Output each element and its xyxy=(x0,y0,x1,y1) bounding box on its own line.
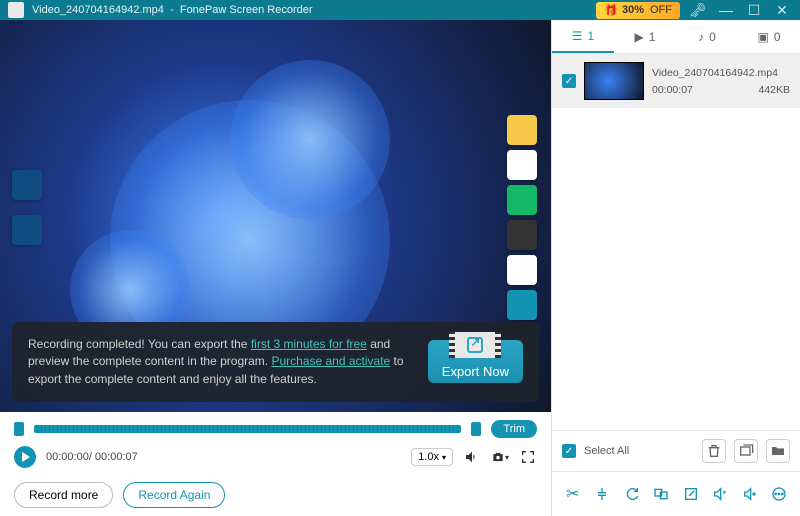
tab-video[interactable]: ▶1 xyxy=(614,30,676,44)
tab-audio[interactable]: ♪0 xyxy=(676,30,738,44)
music-icon: ♪ xyxy=(698,30,704,44)
audio-extract-icon[interactable] xyxy=(736,480,764,508)
item-checkbox[interactable] xyxy=(562,74,576,88)
compress-icon[interactable] xyxy=(588,480,616,508)
more-icon[interactable] xyxy=(765,480,793,508)
volume-up-icon[interactable] xyxy=(706,480,734,508)
export-list-button[interactable] xyxy=(734,439,758,463)
speed-selector[interactable]: 1.0x▾ xyxy=(411,448,453,466)
select-all-label: Select All xyxy=(584,445,694,457)
play-button[interactable] xyxy=(14,446,36,468)
volume-icon[interactable] xyxy=(463,448,481,466)
close-button[interactable]: ✕ xyxy=(772,0,792,20)
player-controls: 00:00:00/ 00:00:07 1.0x▾ ▾ xyxy=(0,446,551,474)
fullscreen-icon[interactable] xyxy=(519,448,537,466)
open-folder-button[interactable] xyxy=(766,439,790,463)
preview-panel: Recording completed! You can export the … xyxy=(0,20,552,516)
titlebar: Video_240704164942.mp4 - FonePaw Screen … xyxy=(0,0,800,20)
item-thumbnail xyxy=(584,62,644,100)
purchase-link[interactable]: Purchase and activate xyxy=(271,354,390,368)
video-preview: Recording completed! You can export the … xyxy=(0,20,551,412)
timecode: 00:00:00/ 00:00:07 xyxy=(46,451,138,463)
trim-button[interactable]: Trim xyxy=(491,420,537,438)
media-tabs: ☰1 ▶1 ♪0 ▣0 xyxy=(552,20,800,54)
record-more-button[interactable]: Record more xyxy=(14,482,113,508)
desktop-shortcut-icon xyxy=(507,115,537,145)
key-icon[interactable]: 🗝 xyxy=(688,0,708,20)
list-icon: ☰ xyxy=(572,29,583,43)
export-now-button[interactable]: Export Now xyxy=(428,340,523,383)
desktop-shortcut-icon xyxy=(507,220,537,250)
cut-icon[interactable]: ✂ xyxy=(559,480,587,508)
desktop-shortcut-icon xyxy=(507,290,537,320)
item-duration: 00:00:07 xyxy=(652,84,693,96)
select-all-checkbox[interactable] xyxy=(562,444,576,458)
trim-start-handle[interactable] xyxy=(14,422,24,436)
list-footer: Select All xyxy=(552,430,800,471)
desktop-shortcut-icon xyxy=(507,255,537,285)
snapshot-icon[interactable]: ▾ xyxy=(491,448,509,466)
delete-button[interactable] xyxy=(702,439,726,463)
image-icon: ▣ xyxy=(757,30,768,44)
desktop-shortcut-icon xyxy=(507,185,537,215)
desktop-shortcut-icon xyxy=(507,150,537,180)
minimize-button[interactable]: — xyxy=(716,0,736,20)
item-size: 442KB xyxy=(758,84,790,96)
recording-list: Video_240704164942.mp4 00:00:07 442KB xyxy=(552,54,800,430)
record-again-button[interactable]: Record Again xyxy=(123,482,225,508)
window-title: Video_240704164942.mp4 - FonePaw Screen … xyxy=(32,4,588,16)
tab-all[interactable]: ☰1 xyxy=(552,20,614,53)
video-icon: ▶ xyxy=(635,30,644,44)
chevron-down-icon: ▾ xyxy=(442,453,446,462)
tab-image[interactable]: ▣0 xyxy=(738,30,800,44)
free-minutes-link[interactable]: first 3 minutes for free xyxy=(251,337,367,351)
edit-icon[interactable] xyxy=(677,480,705,508)
trim-end-handle[interactable] xyxy=(471,422,481,436)
filmstrip-icon xyxy=(449,332,501,358)
promo-badge[interactable]: 🎁 30%OFF xyxy=(596,2,680,19)
trim-track[interactable] xyxy=(34,425,461,433)
desktop-shortcut-icon xyxy=(12,215,42,245)
maximize-button[interactable]: ☐ xyxy=(744,0,764,20)
app-icon xyxy=(8,2,24,18)
list-item[interactable]: Video_240704164942.mp4 00:00:07 442KB xyxy=(552,54,800,108)
history-panel: ☰1 ▶1 ♪0 ▣0 Video_240704164942.mp4 00:00… xyxy=(552,20,800,516)
item-filename: Video_240704164942.mp4 xyxy=(652,67,790,79)
merge-icon[interactable] xyxy=(647,480,675,508)
banner-message: Recording completed! You can export the … xyxy=(28,336,414,388)
desktop-shortcut-icon xyxy=(12,170,42,200)
convert-icon[interactable] xyxy=(618,480,646,508)
completion-banner: Recording completed! You can export the … xyxy=(12,322,539,402)
record-buttons: Record more Record Again xyxy=(0,474,551,516)
trim-bar: Trim xyxy=(0,412,551,446)
gift-icon: 🎁 xyxy=(604,4,618,17)
edit-toolbar: ✂ xyxy=(552,471,800,516)
